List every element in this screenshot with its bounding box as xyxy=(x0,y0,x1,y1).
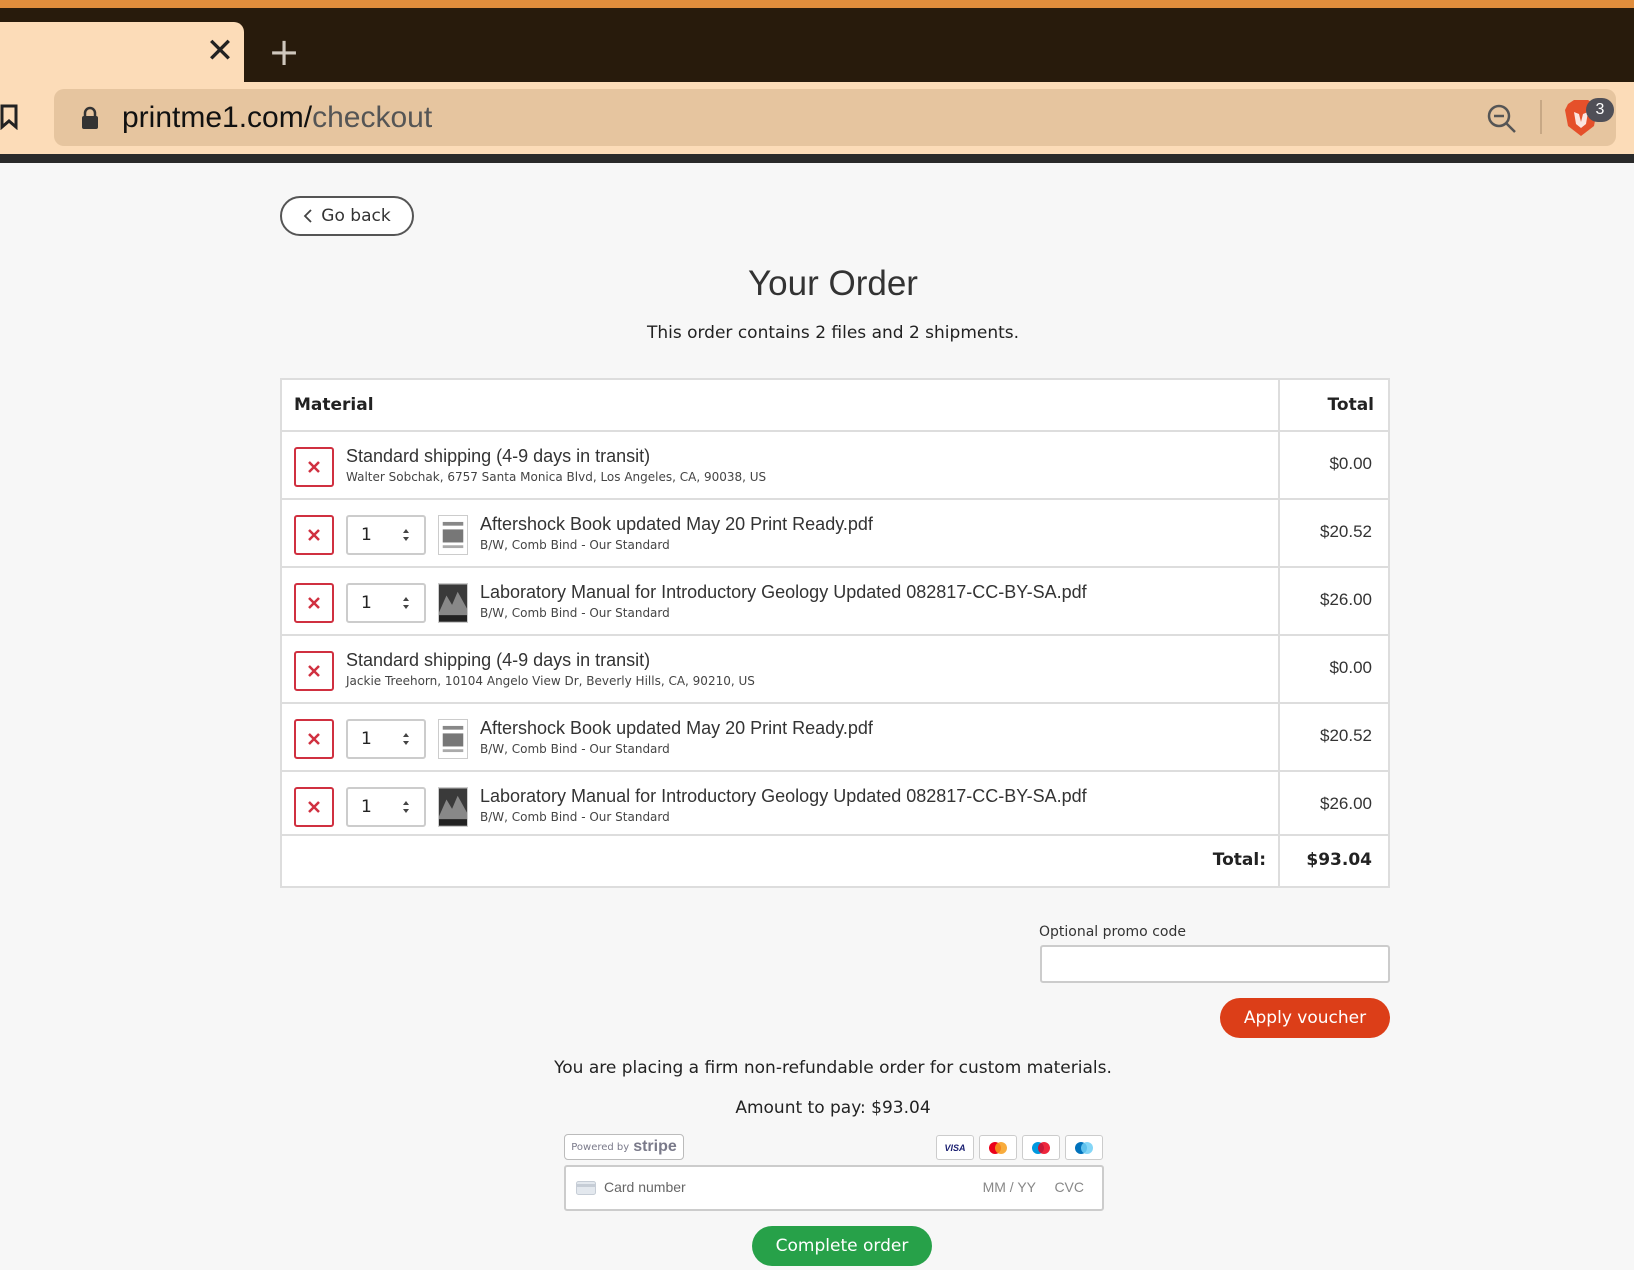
shipping-address: Jackie Treehorn, 10104 Angelo View Dr, B… xyxy=(346,674,755,688)
file-thumbnail xyxy=(438,787,468,827)
spinner-arrows-icon[interactable] xyxy=(402,527,410,543)
close-icon xyxy=(308,665,320,677)
row-price: $26.00 xyxy=(1320,794,1372,813)
mastercard-circles xyxy=(989,1141,1007,1154)
chevron-left-icon xyxy=(304,209,312,223)
spinner-arrows-icon[interactable] xyxy=(402,595,410,611)
file-thumbnail xyxy=(438,719,468,759)
file-name: Laboratory Manual for Introductory Geolo… xyxy=(480,582,1087,602)
maestro-icon xyxy=(1022,1135,1060,1160)
remove-item-button[interactable] xyxy=(294,787,334,827)
page-title: Your Order xyxy=(748,264,918,303)
new-tab-button[interactable]: + xyxy=(266,33,302,71)
row-price: $0.00 xyxy=(1329,658,1372,677)
table-row: 1 Laboratory Manual for Introductory Geo… xyxy=(282,566,1388,634)
apply-voucher-button[interactable]: Apply voucher xyxy=(1220,998,1390,1038)
remove-item-button[interactable] xyxy=(294,719,334,759)
cirrus-circles xyxy=(1075,1141,1093,1154)
promo-code-input[interactable] xyxy=(1040,945,1390,983)
order-table: Material Total Standard shipping (4-9 da… xyxy=(280,378,1390,888)
url-host: printme1.com/ xyxy=(122,101,313,134)
zoom-out-icon[interactable] xyxy=(1486,103,1518,135)
remove-item-button[interactable] xyxy=(294,447,334,487)
quantity-stepper[interactable]: 1 xyxy=(346,719,426,759)
close-icon xyxy=(308,461,320,473)
stripe-logo: stripe xyxy=(633,1138,677,1155)
visa-text: VISA xyxy=(944,1142,966,1153)
go-back-button[interactable]: Go back xyxy=(280,196,414,236)
file-name: Aftershock Book updated May 20 Print Rea… xyxy=(480,718,873,738)
visa-icon: VISA xyxy=(936,1135,974,1160)
table-row: 1 Aftershock Book updated May 20 Print R… xyxy=(282,498,1388,566)
powered-by-stripe-badge[interactable]: Powered by stripe xyxy=(564,1134,684,1160)
total-label: Total: xyxy=(1212,850,1266,870)
row-price: $20.52 xyxy=(1320,726,1372,745)
amount-to-pay: Amount to pay: $93.04 xyxy=(735,1098,931,1118)
browser-tab-bar xyxy=(0,8,1634,82)
close-icon xyxy=(308,801,320,813)
go-back-label: Go back xyxy=(321,206,391,226)
quantity-stepper[interactable]: 1 xyxy=(346,583,426,623)
quantity-value: 1 xyxy=(361,729,372,749)
card-input-field[interactable]: Card number MM / YY CVC xyxy=(564,1165,1104,1211)
quantity-value: 1 xyxy=(361,593,372,613)
remove-item-button[interactable] xyxy=(294,583,334,623)
remove-item-button[interactable] xyxy=(294,515,334,555)
maestro-circles xyxy=(1032,1141,1050,1154)
shipping-address: Walter Sobchak, 6757 Santa Monica Blvd, … xyxy=(346,470,767,484)
credit-card-icon xyxy=(576,1181,596,1195)
order-summary-text: This order contains 2 files and 2 shipme… xyxy=(646,323,1020,343)
cirrus-icon xyxy=(1065,1135,1103,1160)
file-options: B/W, Comb Bind - Our Standard xyxy=(480,538,670,552)
table-row: Standard shipping (4-9 days in transit) … xyxy=(282,634,1388,702)
total-header: Total xyxy=(1327,395,1374,415)
row-price: $26.00 xyxy=(1320,590,1372,609)
close-icon xyxy=(308,733,320,745)
quantity-value: 1 xyxy=(361,525,372,545)
table-row: 1 Laboratory Manual for Introductory Geo… xyxy=(282,770,1388,838)
complete-order-button[interactable]: Complete order xyxy=(752,1226,932,1266)
bookmark-icon[interactable] xyxy=(0,104,18,130)
close-icon xyxy=(308,529,320,541)
quantity-value: 1 xyxy=(361,797,372,817)
stripe-powered-text: Powered by xyxy=(571,1141,630,1153)
toolbar-divider xyxy=(1540,100,1542,134)
extension-badge: 3 xyxy=(1586,98,1614,122)
table-row: Standard shipping (4-9 days in transit) … xyxy=(282,430,1388,498)
promo-code-label: Optional promo code xyxy=(1039,924,1186,940)
material-header: Material xyxy=(294,395,374,415)
table-row: 1 Aftershock Book updated May 20 Print R… xyxy=(282,702,1388,770)
non-refundable-notice: You are placing a firm non-refundable or… xyxy=(554,1058,1112,1078)
quantity-stepper[interactable]: 1 xyxy=(346,515,426,555)
spinner-arrows-icon[interactable] xyxy=(402,799,410,815)
file-options: B/W, Comb Bind - Our Standard xyxy=(480,742,670,756)
card-number-placeholder[interactable]: Card number xyxy=(604,1179,686,1195)
file-options: B/W, Comb Bind - Our Standard xyxy=(480,606,670,620)
file-options: B/W, Comb Bind - Our Standard xyxy=(480,810,670,824)
row-price: $20.52 xyxy=(1320,522,1372,541)
spinner-arrows-icon[interactable] xyxy=(402,731,410,747)
browser-top-strip xyxy=(0,0,1634,8)
shipping-title: Standard shipping (4-9 days in transit) xyxy=(346,446,651,466)
total-row: Total: $93.04 xyxy=(282,834,1388,886)
close-icon xyxy=(308,597,320,609)
file-name: Aftershock Book updated May 20 Print Rea… xyxy=(480,514,873,534)
expiry-placeholder[interactable]: MM / YY xyxy=(983,1179,1036,1195)
cvc-placeholder[interactable]: CVC xyxy=(1054,1179,1084,1195)
file-name: Laboratory Manual for Introductory Geolo… xyxy=(480,786,1087,806)
url-text[interactable]: printme1.com/checkout xyxy=(122,99,432,137)
quantity-stepper[interactable]: 1 xyxy=(346,787,426,827)
file-thumbnail xyxy=(438,515,468,555)
file-thumbnail xyxy=(438,583,468,623)
remove-item-button[interactable] xyxy=(294,651,334,691)
shipping-title: Standard shipping (4-9 days in transit) xyxy=(346,650,651,670)
mastercard-icon xyxy=(979,1135,1017,1160)
url-path: checkout xyxy=(312,101,433,134)
toolbar-shadow xyxy=(0,154,1634,163)
lock-icon[interactable] xyxy=(80,106,100,130)
close-tab-icon[interactable]: ✕ xyxy=(204,34,236,68)
total-value: $93.04 xyxy=(1306,850,1372,870)
row-price: $0.00 xyxy=(1329,454,1372,473)
